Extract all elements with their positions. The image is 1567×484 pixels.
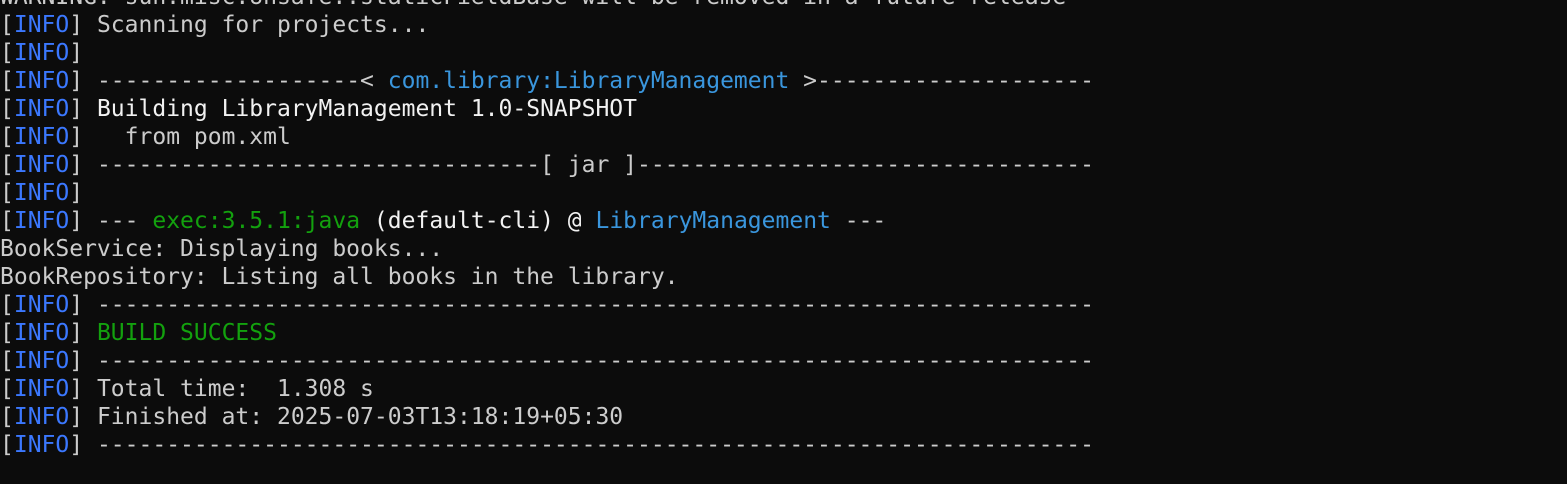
log-line-info: [INFO] Scanning for projects... bbox=[0, 11, 1094, 39]
info-tag: INFO bbox=[13, 180, 70, 206]
log-text-segment: exec:3.5.1:java bbox=[152, 208, 361, 234]
info-bracket-close: ] bbox=[69, 40, 84, 66]
info-tag: INFO bbox=[13, 432, 70, 458]
log-text-segment: Total time: 1.308 s bbox=[83, 376, 374, 402]
log-line: BookService: Displaying books... bbox=[0, 235, 1094, 263]
log-text-segment: ----------------------------------------… bbox=[83, 432, 1094, 458]
log-line-info: [INFO] ---------------------------------… bbox=[0, 347, 1094, 375]
terminal-window[interactable]: WARNING: sun.misc.Unsafe::staticFieldBas… bbox=[0, 0, 1567, 484]
info-bracket-open: [ bbox=[0, 124, 14, 150]
info-bracket-open: [ bbox=[0, 68, 14, 94]
info-bracket-close: ] bbox=[69, 180, 84, 206]
log-text-segment: BookService: Displaying books... bbox=[0, 236, 444, 262]
info-bracket-open: [ bbox=[0, 292, 14, 318]
log-text-segment: --- bbox=[83, 208, 153, 234]
log-line-info: [INFO] --- exec:3.5.1:java (default-cli)… bbox=[0, 207, 1094, 235]
log-text-segment: com.library:LibraryManagement bbox=[387, 68, 790, 94]
info-tag: INFO bbox=[13, 96, 70, 122]
log-line-info: [INFO] from pom.xml bbox=[0, 123, 1094, 151]
info-tag: INFO bbox=[13, 68, 70, 94]
log-line-info: [INFO] --------------------------------[… bbox=[0, 151, 1094, 179]
log-line-info: [INFO] ---------------------------------… bbox=[0, 431, 1094, 459]
log-text-segment: Scanning for projects... bbox=[83, 12, 430, 38]
info-bracket-open: [ bbox=[0, 320, 14, 346]
info-bracket-close: ] bbox=[69, 12, 84, 38]
info-bracket-open: [ bbox=[0, 432, 14, 458]
info-bracket-close: ] bbox=[69, 96, 84, 122]
info-tag: INFO bbox=[13, 40, 70, 66]
log-text-segment: WARNING: sun.misc.Unsafe::staticFieldBas… bbox=[0, 0, 1066, 10]
info-bracket-close: ] bbox=[69, 152, 84, 178]
log-text-segment: LibraryManagement bbox=[595, 208, 831, 234]
log-line-info: [INFO] ---------------------------------… bbox=[0, 291, 1094, 319]
log-text-segment: BUILD SUCCESS bbox=[83, 320, 277, 346]
info-bracket-open: [ bbox=[0, 208, 14, 234]
info-bracket-open: [ bbox=[0, 376, 14, 402]
info-bracket-close: ] bbox=[69, 320, 84, 346]
log-text-segment: Finished at: 2025-07-03T13:18:19+05:30 bbox=[83, 404, 624, 430]
log-line: BookRepository: Listing all books in the… bbox=[0, 263, 1094, 291]
info-bracket-open: [ bbox=[0, 152, 14, 178]
info-tag: INFO bbox=[13, 348, 70, 374]
info-bracket-open: [ bbox=[0, 404, 14, 430]
info-tag: INFO bbox=[13, 208, 70, 234]
info-bracket-close: ] bbox=[69, 124, 84, 150]
log-text-segment: (default-cli) @ bbox=[360, 208, 596, 234]
terminal-output: WARNING: sun.misc.Unsafe::staticFieldBas… bbox=[0, 0, 1094, 459]
info-bracket-open: [ bbox=[0, 12, 14, 38]
info-bracket-close: ] bbox=[69, 292, 84, 318]
info-bracket-open: [ bbox=[0, 96, 14, 122]
log-line: WARNING: sun.misc.Unsafe::staticFieldBas… bbox=[0, 0, 1094, 11]
info-tag: INFO bbox=[13, 404, 70, 430]
info-tag: INFO bbox=[13, 124, 70, 150]
info-bracket-close: ] bbox=[69, 404, 84, 430]
log-text-segment: BookRepository: Listing all books in the… bbox=[0, 264, 679, 290]
info-bracket-open: [ bbox=[0, 348, 14, 374]
info-bracket-close: ] bbox=[69, 376, 84, 402]
log-text-segment: --- bbox=[830, 208, 887, 234]
info-tag: INFO bbox=[13, 376, 70, 402]
log-line-info: [INFO] Total time: 1.308 s bbox=[0, 375, 1094, 403]
info-tag: INFO bbox=[13, 292, 70, 318]
log-line-info: [INFO] Building LibraryManagement 1.0-SN… bbox=[0, 95, 1094, 123]
info-tag: INFO bbox=[13, 320, 70, 346]
info-bracket-open: [ bbox=[0, 180, 14, 206]
info-bracket-close: ] bbox=[69, 208, 84, 234]
info-bracket-close: ] bbox=[69, 348, 84, 374]
info-bracket-close: ] bbox=[69, 68, 84, 94]
log-text-segment: ----------------------------------------… bbox=[83, 292, 1094, 318]
log-line-info: [INFO] -------------------< com.library:… bbox=[0, 67, 1094, 95]
log-text-segment: Building LibraryManagement 1.0-SNAPSHOT bbox=[83, 96, 637, 122]
info-bracket-close: ] bbox=[69, 432, 84, 458]
info-bracket-open: [ bbox=[0, 40, 14, 66]
info-tag: INFO bbox=[13, 12, 70, 38]
log-line-info: [INFO] bbox=[0, 39, 1094, 67]
log-line-info: [INFO] Finished at: 2025-07-03T13:18:19+… bbox=[0, 403, 1094, 431]
log-text-segment: ----------------------------------------… bbox=[83, 348, 1094, 374]
log-text-segment: --------------------------------[ jar ]-… bbox=[83, 152, 1094, 178]
info-tag: INFO bbox=[13, 152, 70, 178]
log-text-segment: from pom.xml bbox=[83, 124, 291, 150]
log-line-info: [INFO] BUILD SUCCESS bbox=[0, 319, 1094, 347]
log-line-info: [INFO] bbox=[0, 179, 1094, 207]
log-text-segment: >-------------------- bbox=[789, 68, 1094, 94]
log-text-segment: -------------------< bbox=[83, 68, 388, 94]
